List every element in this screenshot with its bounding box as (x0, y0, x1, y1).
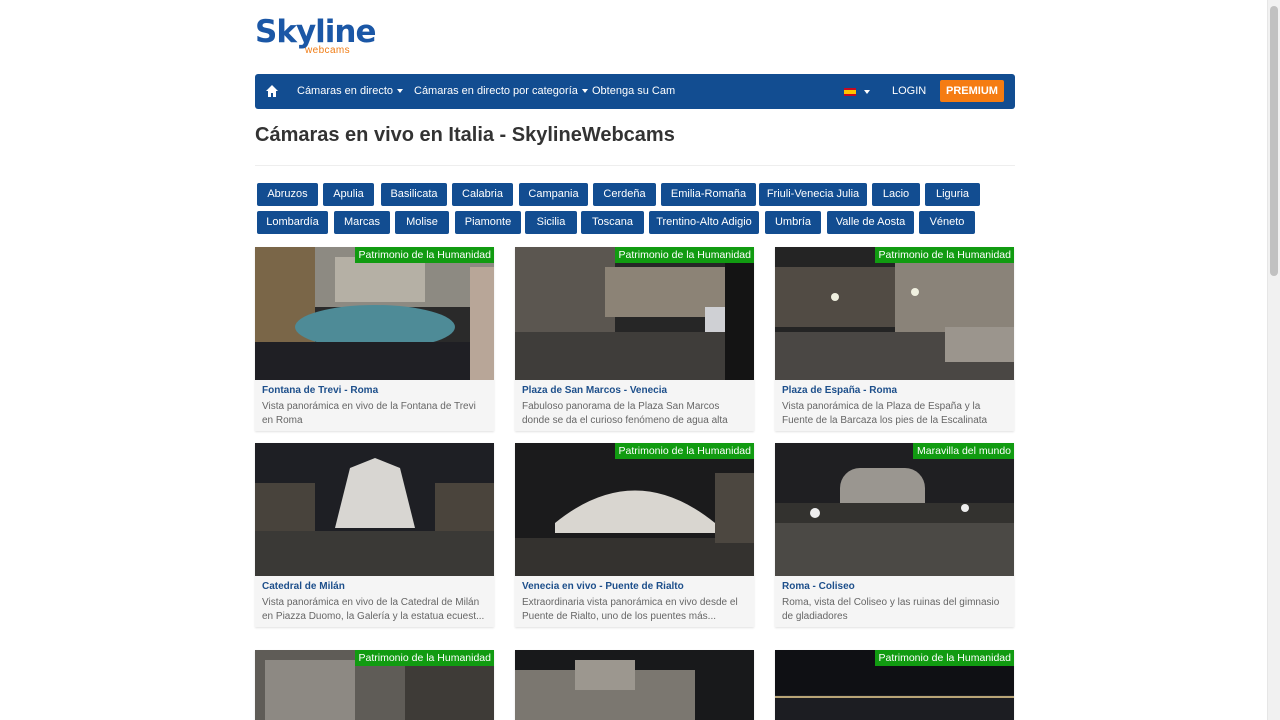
skyline-logo[interactable]: Skyline webcams (255, 14, 377, 60)
region-button[interactable]: Lombardía (257, 211, 328, 234)
webcam-title[interactable]: Fontana de Trevi - Roma (262, 385, 378, 396)
webcam-thumbnail (255, 247, 494, 380)
webcam-title[interactable]: Plaza de San Marcos - Venecia (522, 385, 667, 396)
region-button[interactable]: Piamonte (455, 211, 521, 234)
region-button[interactable]: Abruzos (257, 183, 318, 206)
region-button[interactable]: Molise (395, 211, 449, 234)
webcam-description: Vista panorámica de la Plaza de España y… (782, 401, 988, 426)
home-icon[interactable] (265, 84, 279, 98)
webcam-card[interactable]: Maravilla del mundo Roma - Coliseo Roma,… (775, 443, 1014, 627)
main-navbar: Cámaras en directo Cámaras en directo po… (255, 74, 1015, 109)
webcam-description: Vista panorámica en vivo de la Fontana d… (262, 401, 476, 426)
region-button[interactable]: Campania (519, 183, 588, 206)
category-badge: Patrimonio de la Humanidad (874, 650, 1014, 666)
webcam-card[interactable]: Patrimonio de la Humanidad Venecia en vi… (515, 443, 754, 627)
region-button[interactable]: Apulia (323, 183, 374, 206)
webcam-title[interactable]: Plaza de España - Roma (782, 385, 897, 396)
nav-get-cam-label: Obtenga su Cam (592, 85, 676, 97)
spain-flag-icon[interactable] (844, 88, 856, 96)
nav-live-cams[interactable]: Cámaras en directo (297, 74, 403, 109)
webcam-thumbnail (515, 443, 754, 576)
category-badge: Patrimonio de la Humanidad (354, 650, 494, 666)
region-button[interactable]: Valle de Aosta (827, 211, 914, 234)
region-button[interactable]: Cerdeña (593, 183, 656, 206)
webcam-thumbnail (255, 443, 494, 576)
card-info: Venecia en vivo - Puente de Rialto Extra… (515, 576, 754, 627)
category-badge: Patrimonio de la Humanidad (614, 443, 754, 459)
region-button[interactable]: Umbría (765, 211, 821, 234)
webcam-title[interactable]: Venecia en vivo - Puente de Rialto (522, 581, 684, 592)
card-info: Catedral de Milán Vista panorámica en vi… (255, 576, 494, 627)
webcam-thumbnail (775, 443, 1014, 576)
webcam-card[interactable]: Catedral de Milán Vista panorámica en vi… (255, 443, 494, 627)
nav-live-cams-label: Cámaras en directo (297, 85, 393, 97)
region-button[interactable]: Calabria (452, 183, 513, 206)
region-button[interactable]: Lacio (872, 183, 920, 206)
webcam-card[interactable]: Patrimonio de la Humanidad Plaza de Espa… (775, 247, 1014, 431)
premium-button[interactable]: PREMIUM (940, 80, 1004, 102)
webcam-description: Vista panorámica en vivo de la Catedral … (262, 597, 485, 622)
divider (255, 165, 1015, 166)
region-button[interactable]: Trentino-Alto Adigio (649, 211, 759, 234)
login-link[interactable]: LOGIN (892, 74, 926, 109)
webcam-card[interactable]: Patrimonio de la Humanidad Plaza de San … (515, 247, 754, 431)
region-button[interactable]: Véneto (919, 211, 975, 234)
region-button[interactable]: Emilia-Romaña (661, 183, 756, 206)
logo-subtext: webcams (305, 45, 351, 56)
logo-text: Skyline (255, 14, 377, 50)
nav-get-cam[interactable]: Obtenga su Cam (592, 74, 675, 109)
category-badge: Patrimonio de la Humanidad (874, 247, 1014, 263)
caret-down-icon (397, 89, 403, 94)
webcam-card[interactable] (515, 650, 754, 720)
webcam-title[interactable]: Catedral de Milán (262, 581, 345, 592)
webcam-description: Roma, vista del Coliseo y las ruinas del… (782, 597, 1000, 622)
region-button[interactable]: Liguria (925, 183, 980, 206)
card-info: Roma - Coliseo Roma, vista del Coliseo y… (775, 576, 1014, 627)
category-badge: Maravilla del mundo (913, 443, 1014, 459)
nav-live-cams-category[interactable]: Cámaras en directo por categoría (414, 74, 588, 109)
webcam-description: Fabuloso panorama de la Plaza San Marcos… (522, 401, 728, 426)
webcam-thumbnail (775, 247, 1014, 380)
scrollbar-thumb[interactable] (1270, 6, 1278, 276)
card-info: Fontana de Trevi - Roma Vista panorámica… (255, 380, 494, 431)
caret-down-icon (581, 89, 588, 94)
region-button[interactable]: Basilicata (381, 183, 447, 206)
webcam-card[interactable]: Patrimonio de la Humanidad (775, 650, 1014, 720)
category-badge: Patrimonio de la Humanidad (354, 247, 494, 263)
webcam-description: Extraordinaria vista panorámica en vivo … (522, 597, 738, 622)
region-button[interactable]: Friuli-Venecia Julia (759, 183, 867, 206)
webcam-card[interactable]: Patrimonio de la Humanidad Fontana de Tr… (255, 247, 494, 431)
webcam-thumbnail (515, 247, 754, 380)
language-caret-icon[interactable] (864, 90, 870, 94)
region-button[interactable]: Toscana (581, 211, 644, 234)
region-button[interactable]: Marcas (334, 211, 390, 234)
page-title: Cámaras en vivo en Italia - SkylineWebca… (255, 124, 675, 146)
webcam-title[interactable]: Roma - Coliseo (782, 581, 855, 592)
category-badge: Patrimonio de la Humanidad (614, 247, 754, 263)
login-label: LOGIN (892, 85, 927, 97)
card-info: Plaza de España - Roma Vista panorámica … (775, 380, 1014, 431)
nav-live-cams-category-label: Cámaras en directo por categoría (414, 85, 578, 97)
page-scrollbar[interactable] (1267, 0, 1280, 720)
webcam-card[interactable]: Patrimonio de la Humanidad (255, 650, 494, 720)
webcam-thumbnail (515, 650, 754, 720)
card-info: Plaza de San Marcos - Venecia Fabuloso p… (515, 380, 754, 431)
region-button[interactable]: Sicilia (525, 211, 577, 234)
